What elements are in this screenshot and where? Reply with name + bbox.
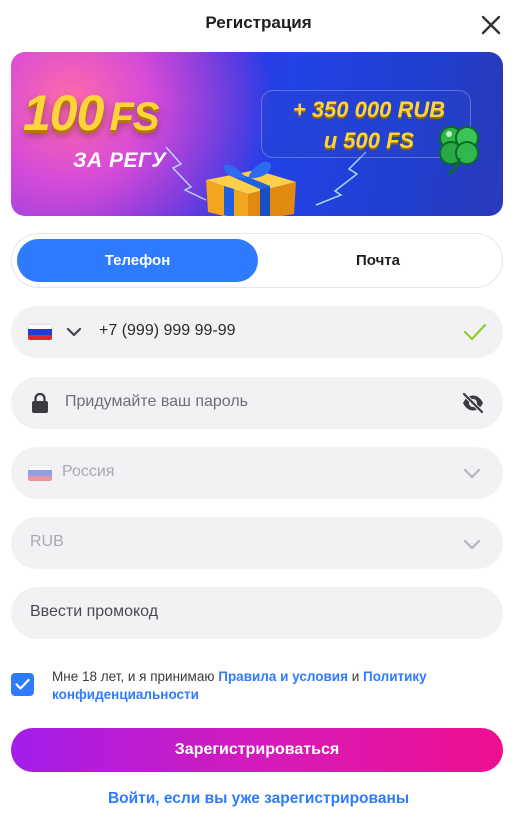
lock-icon [32, 392, 48, 413]
eye-off-icon[interactable] [461, 392, 485, 414]
rules-link[interactable]: Правила и условия [218, 669, 348, 684]
login-link[interactable]: Войти, если вы уже зарегистрированы [0, 790, 517, 808]
banner-number: 100 [23, 85, 104, 141]
banner-suffix: FS [109, 95, 159, 139]
terms-conjunction: и [347, 669, 364, 684]
banner-subtitle: ЗА РЕГУ [73, 149, 167, 172]
promo-banner: 100 FS ЗА РЕГУ + 350 000 RUB и 500 FS [11, 52, 503, 216]
password-input[interactable]: Придумайте ваш пароль [65, 393, 248, 411]
banner-headline: 100 FS [23, 84, 160, 142]
promo-code-input[interactable]: Ввести промокод [30, 603, 158, 621]
modal-header: Регистрация [0, 0, 517, 46]
close-icon[interactable] [481, 15, 501, 35]
register-button[interactable]: Зарегистрироваться [11, 728, 503, 772]
chevron-down-icon[interactable] [463, 467, 481, 479]
currency-value: RUB [30, 533, 64, 550]
russia-flag-icon [28, 465, 52, 481]
terms-checkbox[interactable] [11, 673, 34, 696]
russia-flag-icon [28, 324, 52, 340]
password-field[interactable]: Придумайте ваш пароль [11, 377, 503, 429]
checkmark-icon [15, 678, 30, 690]
chevron-down-icon[interactable] [463, 538, 481, 550]
tab-email[interactable]: Почта [260, 239, 496, 282]
currency-select[interactable]: RUB [11, 517, 503, 569]
auth-method-tabs: Телефон Почта [11, 233, 503, 288]
promo-code-field[interactable]: Ввести промокод [11, 587, 503, 639]
terms-text: Мне 18 лет, и я принимаю Правила и услов… [52, 668, 492, 704]
gift-box-icon [206, 161, 296, 216]
clover-icon [439, 126, 479, 176]
phone-field[interactable]: +7 (999) 999 99-99 [11, 306, 503, 358]
country-value: Россия [62, 463, 115, 480]
page-title: Регистрация [205, 13, 312, 32]
terms-prefix: Мне 18 лет, и я принимаю [52, 669, 219, 684]
checkmark-icon [463, 323, 487, 341]
tab-phone[interactable]: Телефон [17, 239, 258, 282]
chevron-down-icon[interactable] [66, 326, 82, 338]
country-select[interactable]: Россия [11, 447, 503, 499]
phone-input[interactable]: +7 (999) 999 99-99 [99, 322, 236, 340]
